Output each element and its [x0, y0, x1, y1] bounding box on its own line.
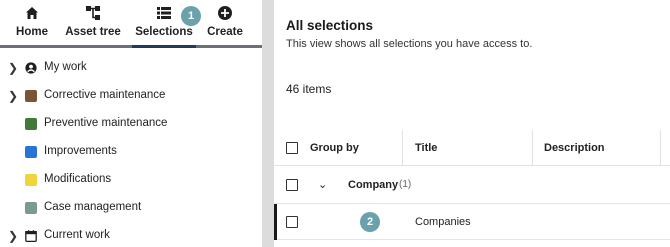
selections-panel: All selections This view shows all selec… — [274, 0, 670, 247]
select-all-checkbox[interactable] — [286, 142, 298, 154]
nav-home[interactable]: Home — [14, 4, 50, 42]
chevron-down-icon[interactable]: ⌄ — [318, 178, 327, 191]
row-checkbox[interactable] — [286, 216, 298, 228]
table-header: Group by Title Description — [274, 130, 670, 166]
sidebar-item-modifications[interactable]: Modifications — [0, 168, 262, 194]
sidebar-item-label: My work — [44, 61, 87, 73]
nav-create[interactable]: Create — [204, 4, 246, 42]
sidebar-item-preventive-maintenance[interactable]: Preventive maintenance — [0, 112, 262, 138]
group-count: (1) — [399, 179, 412, 190]
row-title: Companies — [415, 216, 471, 228]
sidebar-item-corrective-maintenance[interactable]: ❯ Corrective maintenance — [0, 84, 262, 110]
column-divider — [402, 130, 403, 166]
step-badge-2: 2 — [360, 212, 380, 232]
step-badge-1: 1 — [181, 6, 201, 26]
top-navigation: Home Asset tree Selections Create 1 — [0, 0, 262, 44]
pane-splitter[interactable] — [262, 0, 274, 247]
sidebar-item-current-work[interactable]: ❯ Current work — [0, 224, 262, 247]
calendar-icon — [25, 230, 37, 242]
sidebar-item-label: Current work — [44, 229, 110, 241]
sidebar-item-label: Case management — [44, 201, 142, 213]
page-title: All selections — [286, 18, 374, 33]
page-subtitle: This view shows all selections you have … — [286, 38, 533, 50]
row-focus-indicator — [274, 204, 277, 240]
sidebar-item-label: Preventive maintenance — [44, 117, 168, 129]
item-count: 46 items — [286, 82, 332, 96]
sidebar-item-my-work[interactable]: ❯ My work — [0, 56, 262, 82]
column-header-title[interactable]: Title — [415, 142, 437, 154]
chevron-right-icon[interactable]: ❯ — [8, 229, 18, 243]
column-header-description[interactable]: Description — [544, 142, 605, 154]
category-color-swatch — [25, 90, 37, 102]
plus-circle-icon — [218, 6, 232, 20]
category-color-swatch — [25, 146, 37, 158]
home-icon — [26, 7, 38, 19]
user-circle-icon — [25, 62, 37, 74]
nav-home-label: Home — [16, 26, 48, 38]
list-icon — [157, 7, 171, 19]
column-header-group-by[interactable]: Group by — [310, 142, 359, 154]
sidebar-item-label: Modifications — [44, 173, 112, 185]
nav-asset-tree[interactable]: Asset tree — [64, 4, 122, 42]
column-divider — [660, 130, 661, 166]
group-label: Company — [348, 179, 399, 191]
nav-asset-tree-label: Asset tree — [65, 26, 121, 38]
group-row-checkbox[interactable] — [286, 179, 298, 191]
column-divider — [532, 130, 533, 166]
table-row[interactable]: 2 Companies — [274, 204, 670, 240]
chevron-right-icon[interactable]: ❯ — [8, 61, 18, 75]
nav-create-label: Create — [207, 26, 243, 38]
group-row-company[interactable]: ⌄ Company (1) — [274, 166, 670, 204]
category-color-swatch — [25, 202, 37, 214]
asset-tree-icon — [86, 6, 100, 20]
category-color-swatch — [25, 118, 37, 130]
nav-underline — [0, 45, 262, 48]
sidebar-item-label: Improvements — [44, 145, 117, 157]
sidebar-item-label: Corrective maintenance — [44, 89, 166, 101]
chevron-right-icon[interactable]: ❯ — [8, 89, 18, 103]
category-color-swatch — [25, 174, 37, 186]
sidebar-item-improvements[interactable]: Improvements — [0, 140, 262, 166]
nav-selections-label: Selections — [135, 26, 193, 38]
sidebar-item-case-management[interactable]: Case management — [0, 196, 262, 222]
left-pane: Home Asset tree Selections Create 1 ❯ My… — [0, 0, 262, 247]
nav-active-indicator — [132, 45, 196, 48]
